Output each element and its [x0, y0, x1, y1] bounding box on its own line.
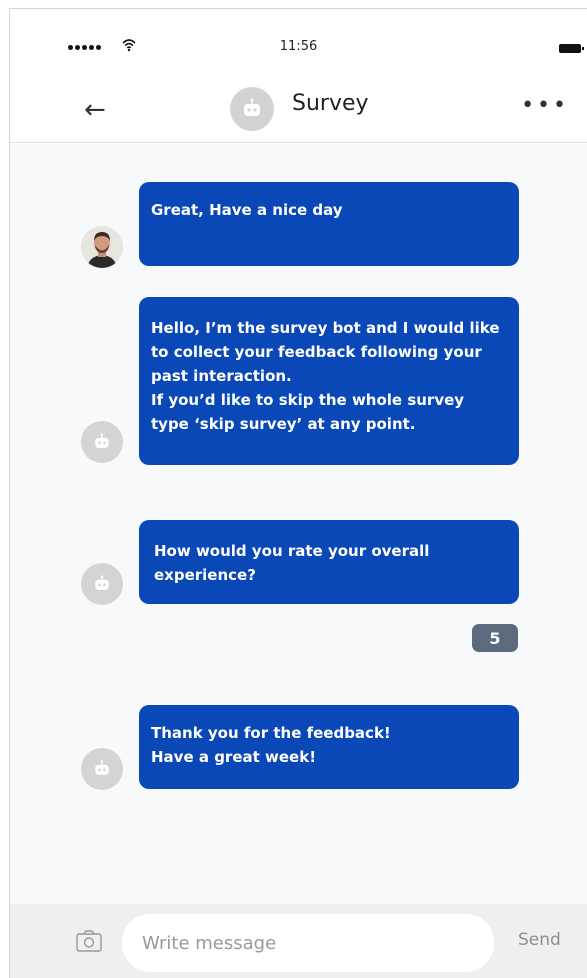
back-arrow-icon[interactable]: ← — [84, 95, 106, 125]
more-options-icon[interactable]: ••• — [521, 93, 569, 118]
chat-title: Survey — [292, 91, 369, 116]
robot-icon — [95, 575, 109, 590]
chat-thread: Great, Have a nice day Hello, I’m the su… — [10, 144, 587, 904]
message-bubble: Hello, I’m the survey bot and I would li… — [139, 297, 519, 465]
phone-screen: 11:56 ← Survey ••• Great, Have a nice da… — [9, 8, 587, 978]
rating-reply-badge: 5 — [472, 624, 518, 652]
status-time: 11:56 — [279, 39, 318, 54]
nav-bar: ← Survey ••• — [10, 79, 587, 143]
battery-icon — [559, 44, 584, 53]
message-composer: Send — [10, 904, 587, 978]
message-input[interactable] — [122, 914, 494, 972]
bot-avatar — [81, 563, 123, 605]
robot-icon — [95, 433, 109, 448]
message-bubble: Great, Have a nice day — [139, 182, 519, 266]
bot-avatar — [81, 748, 123, 790]
user-avatar — [81, 226, 123, 268]
send-button[interactable]: Send — [518, 930, 561, 950]
robot-icon — [244, 98, 260, 116]
status-bar: 11:56 — [10, 9, 587, 79]
robot-icon — [95, 760, 109, 775]
message-bubble: Thank you for the feedback! Have a great… — [139, 705, 519, 789]
message-bubble: How would you rate your overall experien… — [139, 520, 519, 604]
bot-avatar — [81, 421, 123, 463]
bot-avatar — [230, 87, 274, 131]
user-photo-icon — [81, 226, 123, 268]
camera-icon[interactable] — [76, 930, 102, 952]
